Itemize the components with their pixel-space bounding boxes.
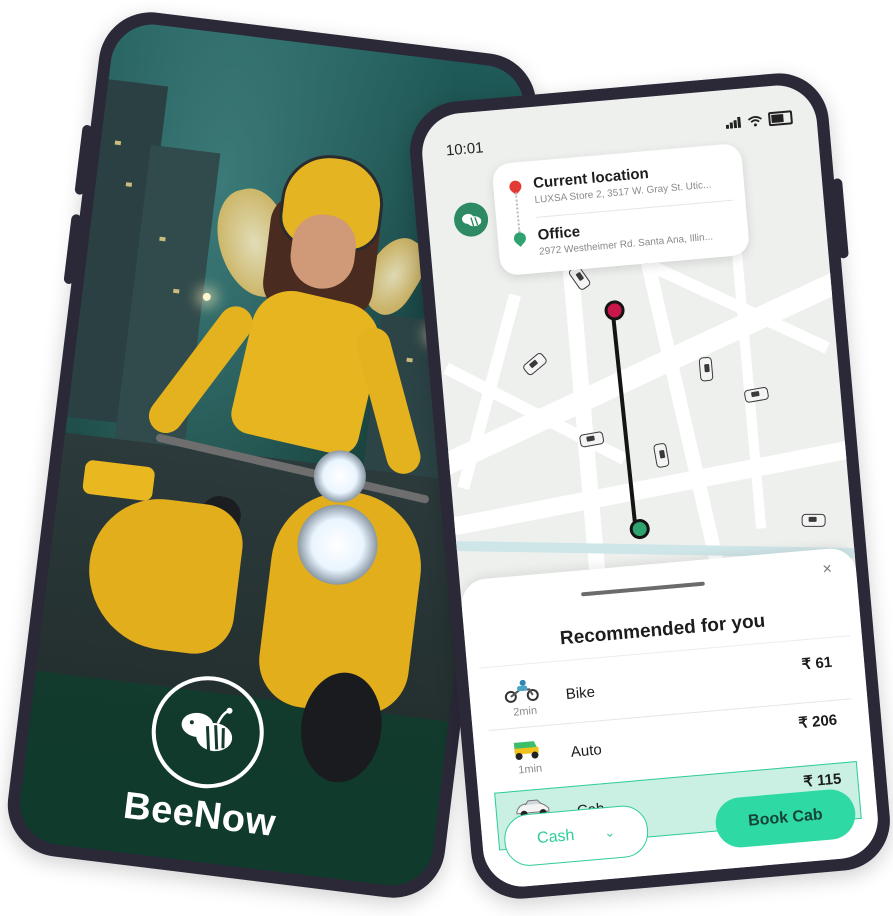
wifi-icon [747,115,762,126]
battery-icon [767,110,794,127]
car-marker [743,386,770,404]
payment-method-label: Cash [536,826,576,848]
car-marker [801,513,826,527]
ride-name: Bike [565,683,596,704]
ride-price: ₹ 115 [802,770,843,791]
pickup-location[interactable]: Current location LUXSA Store 2, 3517 W. … [506,158,733,208]
close-icon[interactable]: × [822,560,833,579]
chevron-down-icon: ⌄ [603,824,616,841]
dropoff-pin-icon [511,229,529,247]
signal-icon [725,116,742,129]
ride-eta: 2min [512,704,538,719]
route-start-marker [603,299,626,322]
payment-method-select[interactable]: Cash ⌄ [502,803,651,868]
car-marker [652,442,670,469]
bee-logo-icon [181,707,233,752]
status-time: 10:01 [445,139,485,160]
ride-name: Auto [570,741,603,761]
car-marker [698,356,714,382]
dropoff-location[interactable]: Office 2972 Westheimer Rd. Santa Ana, Il… [511,210,737,260]
bee-logo-icon [462,213,482,227]
scooter-rear [80,491,248,659]
ride-price: ₹ 61 [801,653,833,674]
ride-price: ₹ 206 [797,711,838,732]
booking-phone: 10:01 Current location LUXSA Store 2, 35… [405,69,893,903]
sheet-drag-handle[interactable] [581,581,705,597]
phone-side-button [74,124,93,196]
phone-side-button [63,213,82,285]
booking-screen: 10:01 Current location LUXSA Store 2, 35… [418,82,882,890]
recommendation-sheet: × Recommended for you 2min Bike ₹ 61 1mi… [459,546,882,890]
phone-side-button [831,178,849,259]
bike-icon [504,679,539,703]
ride-eta: 1min [517,762,543,777]
route-end-marker [628,518,651,540]
route-card[interactable]: Current location LUXSA Store 2, 3517 W. … [491,142,751,277]
auto-rickshaw-icon [513,741,539,760]
car-marker [521,351,549,377]
